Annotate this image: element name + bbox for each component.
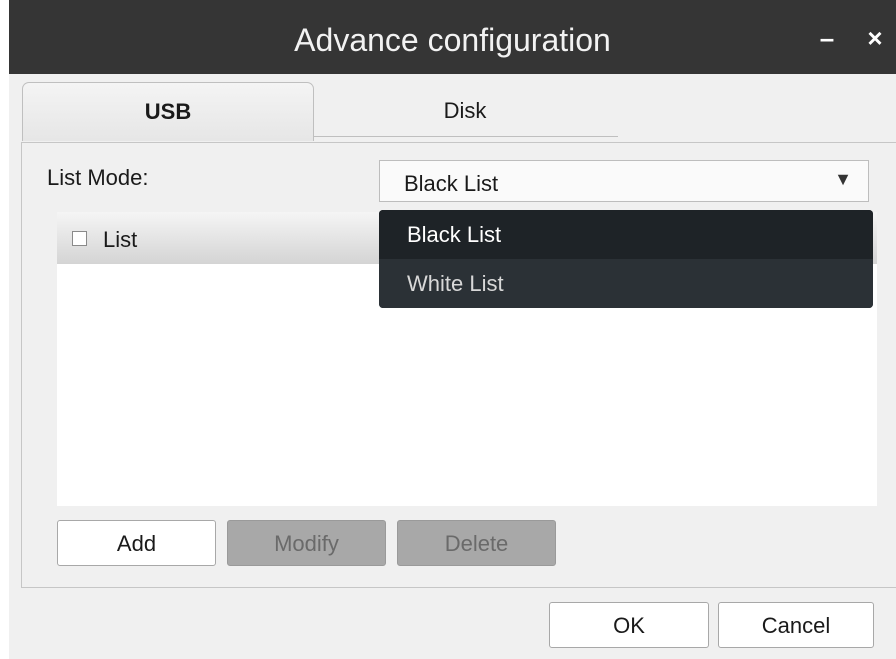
modify-button: Modify bbox=[227, 520, 386, 566]
dropdown-option-black-list[interactable]: Black List bbox=[379, 210, 873, 259]
window-title: Advance configuration bbox=[294, 22, 611, 58]
minimize-icon[interactable]: – bbox=[812, 18, 842, 58]
dropdown-option-white-list[interactable]: White List bbox=[379, 259, 873, 308]
cancel-button[interactable]: Cancel bbox=[718, 602, 874, 648]
select-all-checkbox[interactable] bbox=[72, 231, 87, 246]
list-mode-dropdown-menu: Black List White List bbox=[379, 210, 873, 308]
title-bar[interactable]: Advance configuration – × bbox=[9, 0, 896, 74]
add-button[interactable]: Add bbox=[57, 520, 216, 566]
list-mode-selected-value: Black List bbox=[404, 171, 499, 196]
list-column-header: List bbox=[103, 227, 138, 252]
tab-bar: USB Disk bbox=[9, 74, 896, 142]
list-mode-select[interactable]: Black List ▼ bbox=[379, 160, 869, 202]
ok-button[interactable]: OK bbox=[549, 602, 709, 648]
tab-usb[interactable]: USB bbox=[22, 82, 314, 141]
list-mode-label: List Mode: bbox=[47, 165, 149, 190]
tab-divider bbox=[314, 136, 618, 137]
delete-button: Delete bbox=[397, 520, 556, 566]
chevron-down-icon[interactable]: ▼ bbox=[834, 169, 852, 190]
advance-configuration-dialog: Advance configuration – × USB Disk List … bbox=[9, 0, 896, 659]
tab-disk[interactable]: Disk bbox=[314, 82, 616, 140]
close-icon[interactable]: × bbox=[860, 18, 890, 58]
